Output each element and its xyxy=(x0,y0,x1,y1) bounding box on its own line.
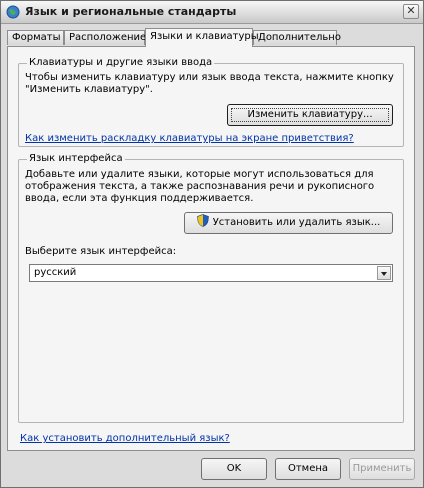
globe-icon xyxy=(6,5,20,19)
close-button[interactable]: ✕ xyxy=(403,4,419,19)
keyboards-description-line2: "Изменить клавиатуру". xyxy=(25,84,153,95)
close-icon: ✕ xyxy=(406,4,416,17)
display-description-line3: ввода, если эта функция поддерживается. xyxy=(25,193,254,204)
apply-button[interactable]: Применить xyxy=(349,458,415,480)
install-uninstall-languages-button[interactable]: Установить или удалить язык... xyxy=(184,212,393,234)
tab-additional[interactable]: Дополнительно xyxy=(253,30,341,45)
regional-settings-dialog: Язык и региональные стандарты ✕ Форматы … xyxy=(0,0,424,488)
keyboards-group-legend: Клавиатуры и другие языки ввода xyxy=(27,57,215,69)
keyboards-description-line1: Чтобы изменить клавиатуру или язык ввода… xyxy=(25,72,394,83)
change-keyboard-button[interactable]: Изменить клавиатуру... xyxy=(227,104,393,126)
display-language-group-legend: Язык интерфейса xyxy=(27,153,125,165)
display-language-select[interactable]: русский xyxy=(29,264,393,282)
cancel-button[interactable]: Отмена xyxy=(275,458,341,480)
title-bar[interactable]: Язык и региональные стандарты ✕ xyxy=(1,1,423,24)
uac-shield-icon xyxy=(196,214,209,227)
chevron-down-icon[interactable] xyxy=(377,266,391,280)
tab-location[interactable]: Расположение xyxy=(64,30,146,45)
display-language-select-label: Выберите язык интерфейса: xyxy=(25,246,177,257)
ok-button[interactable]: OK xyxy=(201,458,267,480)
display-description-line2: отображения текста, а также распознавани… xyxy=(25,181,375,192)
welcome-screen-layout-link[interactable]: Как изменить раскладку клавиатуры на экр… xyxy=(25,133,354,144)
install-additional-language-link[interactable]: Как установить дополнительный язык? xyxy=(20,433,230,444)
keyboards-group: Клавиатуры и другие языки ввода Чтобы из… xyxy=(18,57,404,147)
display-language-group: Язык интерфейса Добавьте или удалите язы… xyxy=(18,153,404,423)
tab-languages-keyboards[interactable]: Языки и клавиатуры xyxy=(145,28,259,47)
tab-panel: Клавиатуры и другие языки ввода Чтобы из… xyxy=(7,46,415,451)
window-title: Язык и региональные стандарты xyxy=(25,5,237,18)
tab-formats[interactable]: Форматы xyxy=(7,30,64,45)
display-description-line1: Добавьте или удалите языки, которые могу… xyxy=(25,169,374,180)
display-language-selected-value: русский xyxy=(34,267,77,278)
